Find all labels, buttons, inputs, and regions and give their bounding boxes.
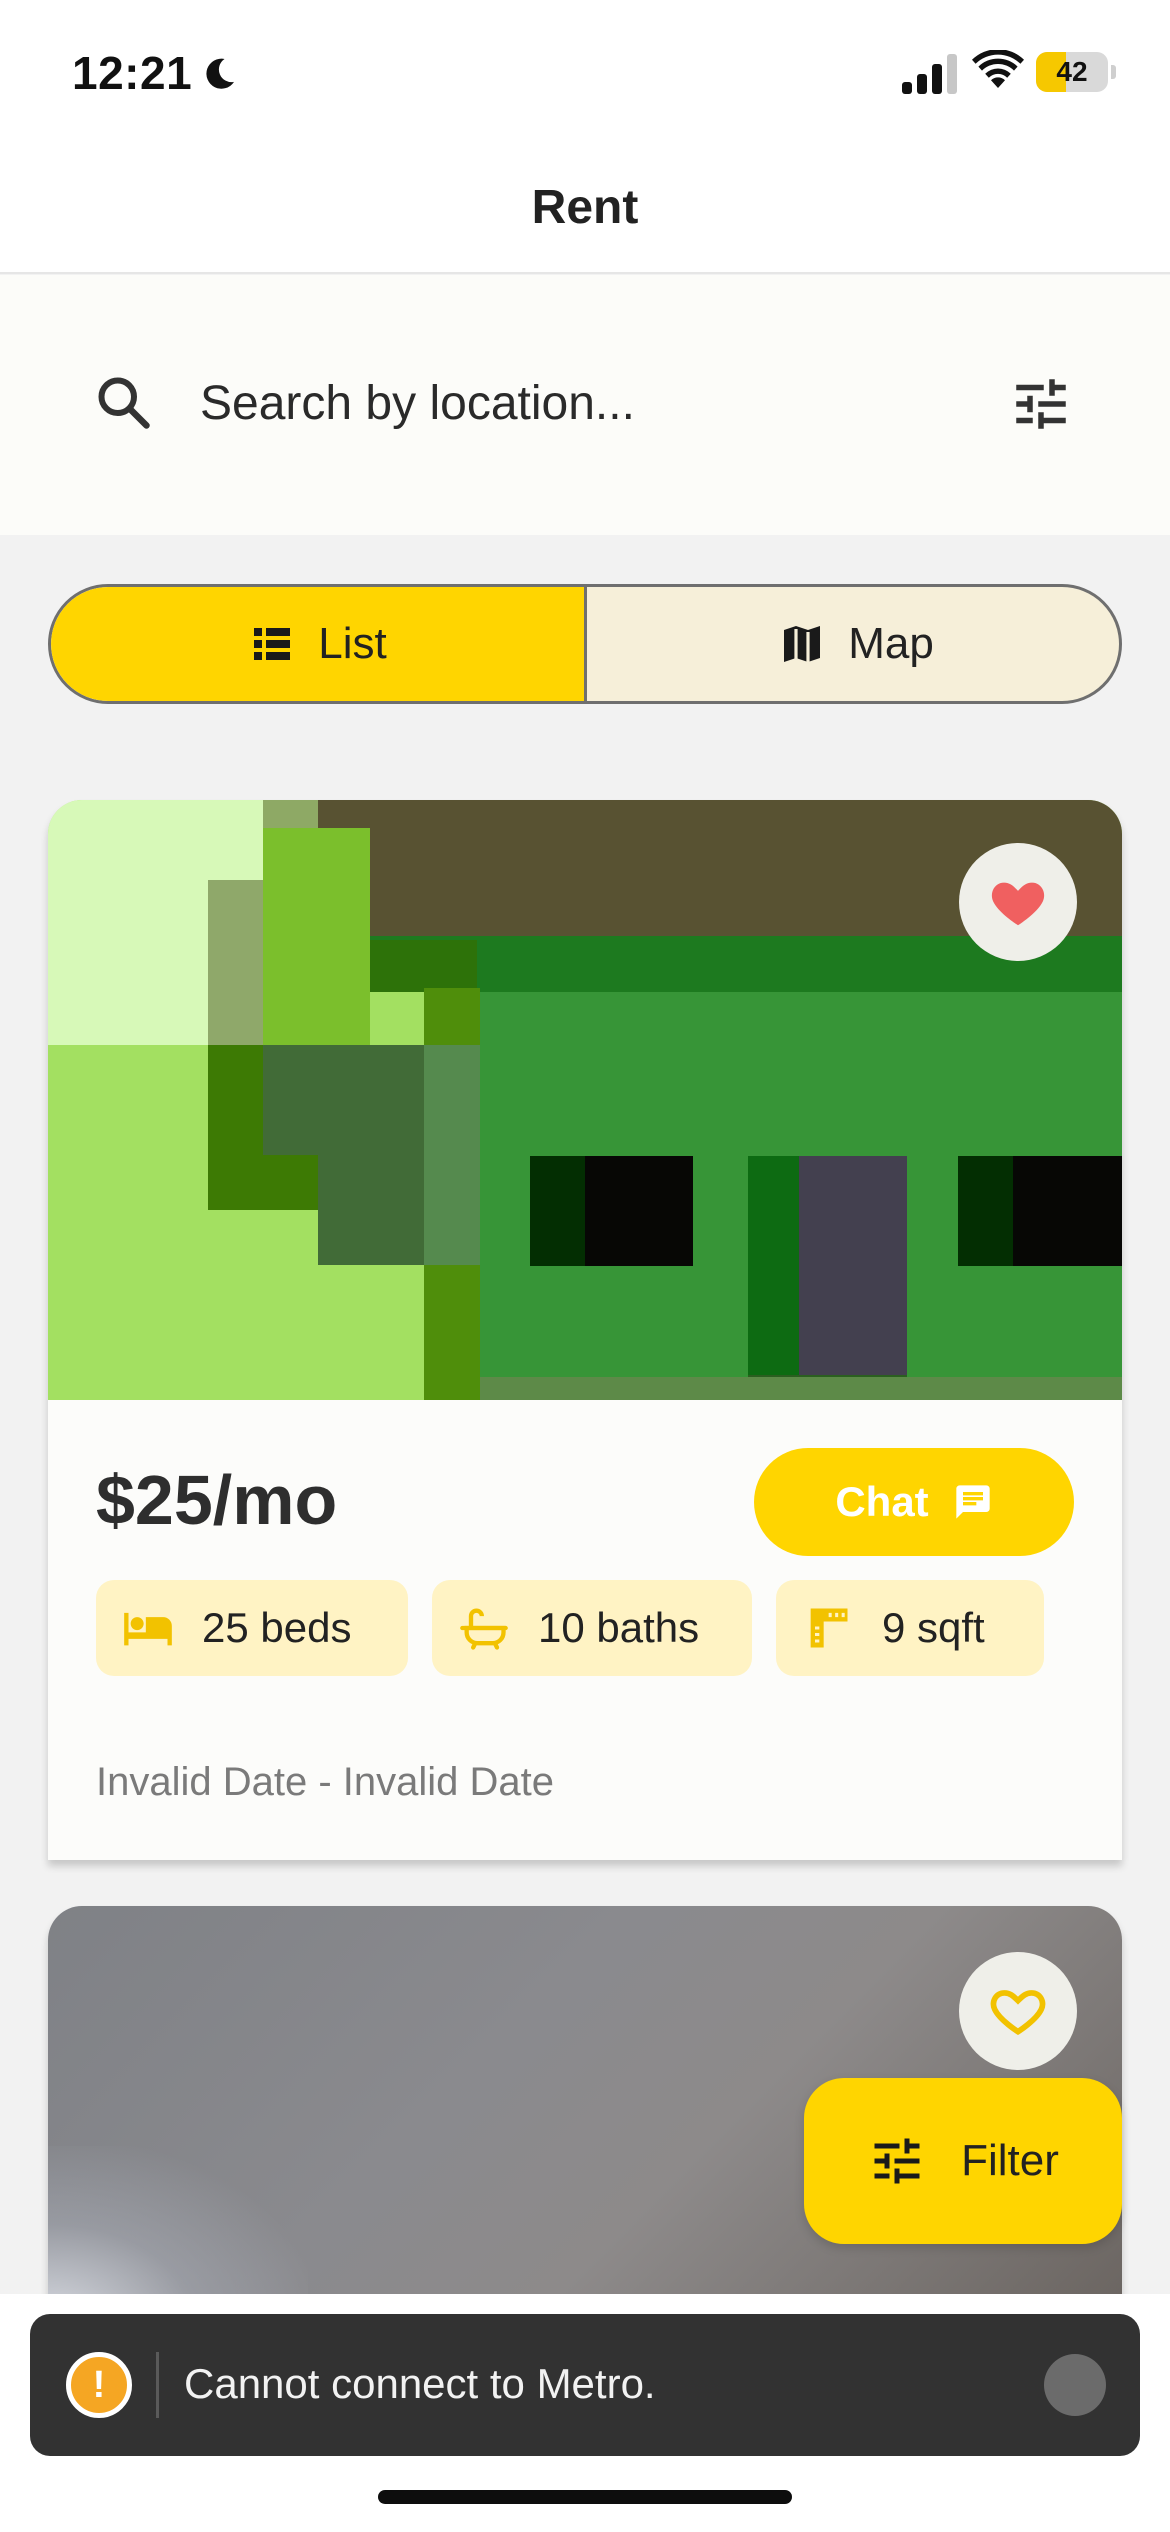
heart-outline-icon — [990, 1990, 1046, 2036]
home-indicator[interactable] — [378, 2490, 792, 2504]
chat-icon — [956, 1485, 990, 1519]
listing-dates: Invalid Date - Invalid Date — [96, 1760, 555, 1804]
ruler-icon — [810, 1608, 848, 1648]
toast-message: Cannot connect to Metro. — [184, 2360, 656, 2407]
moon-icon — [206, 58, 235, 89]
listing-price: $25/mo — [96, 1461, 338, 1539]
battery-percent: 42 — [1056, 56, 1088, 87]
list-icon — [254, 628, 291, 660]
battery-icon: 42 — [1036, 52, 1116, 92]
baths-chip: 10 baths — [432, 1580, 752, 1676]
search-input[interactable] — [200, 365, 960, 441]
tune-icon — [874, 2138, 920, 2184]
favorite-button[interactable] — [959, 1952, 1077, 2070]
heart-filled-icon — [991, 882, 1045, 926]
wifi-icon — [972, 50, 1024, 88]
header: Rent — [0, 150, 1170, 274]
listing-card[interactable]: $25/mo Chat 25 beds 10 baths 9 sqft Inva… — [48, 800, 1122, 1860]
search-icon — [98, 377, 150, 429]
map-toggle-button[interactable]: Map — [587, 587, 1119, 701]
list-toggle-label: List — [318, 619, 387, 668]
beds-chip: 25 beds — [96, 1580, 408, 1676]
tune-icon[interactable] — [1008, 371, 1074, 437]
toast-divider — [156, 2352, 159, 2418]
favorite-button[interactable] — [959, 843, 1077, 961]
bathtub-icon — [460, 1608, 508, 1650]
search-bar — [0, 275, 1170, 535]
battery-body: 42 — [1036, 52, 1108, 92]
status-bar: 12:21 42 — [0, 0, 1170, 150]
filter-button[interactable]: Filter — [804, 2078, 1122, 2244]
signal-icon — [902, 54, 957, 94]
view-toggle: List Map — [48, 584, 1122, 704]
map-icon — [784, 626, 821, 662]
error-toast[interactable]: ! Cannot connect to Metro. — [30, 2314, 1140, 2456]
area-label: 9 sqft — [882, 1604, 985, 1651]
battery-cap — [1111, 65, 1116, 79]
bed-icon — [124, 1612, 172, 1646]
page-title: Rent — [531, 181, 639, 234]
beds-label: 25 beds — [202, 1604, 352, 1651]
list-toggle-button[interactable]: List — [51, 587, 587, 701]
chat-button-label: Chat — [835, 1478, 929, 1525]
map-toggle-label: Map — [848, 619, 934, 668]
filter-button-label: Filter — [961, 2136, 1059, 2185]
baths-label: 10 baths — [538, 1604, 700, 1651]
toast-dismiss-button[interactable] — [1044, 2354, 1106, 2416]
chat-button[interactable]: Chat — [754, 1448, 1074, 1556]
warning-icon: ! — [66, 2352, 132, 2418]
status-time: 12:21 — [72, 47, 193, 99]
area-chip: 9 sqft — [776, 1580, 1044, 1676]
listing-image — [48, 800, 1122, 1400]
